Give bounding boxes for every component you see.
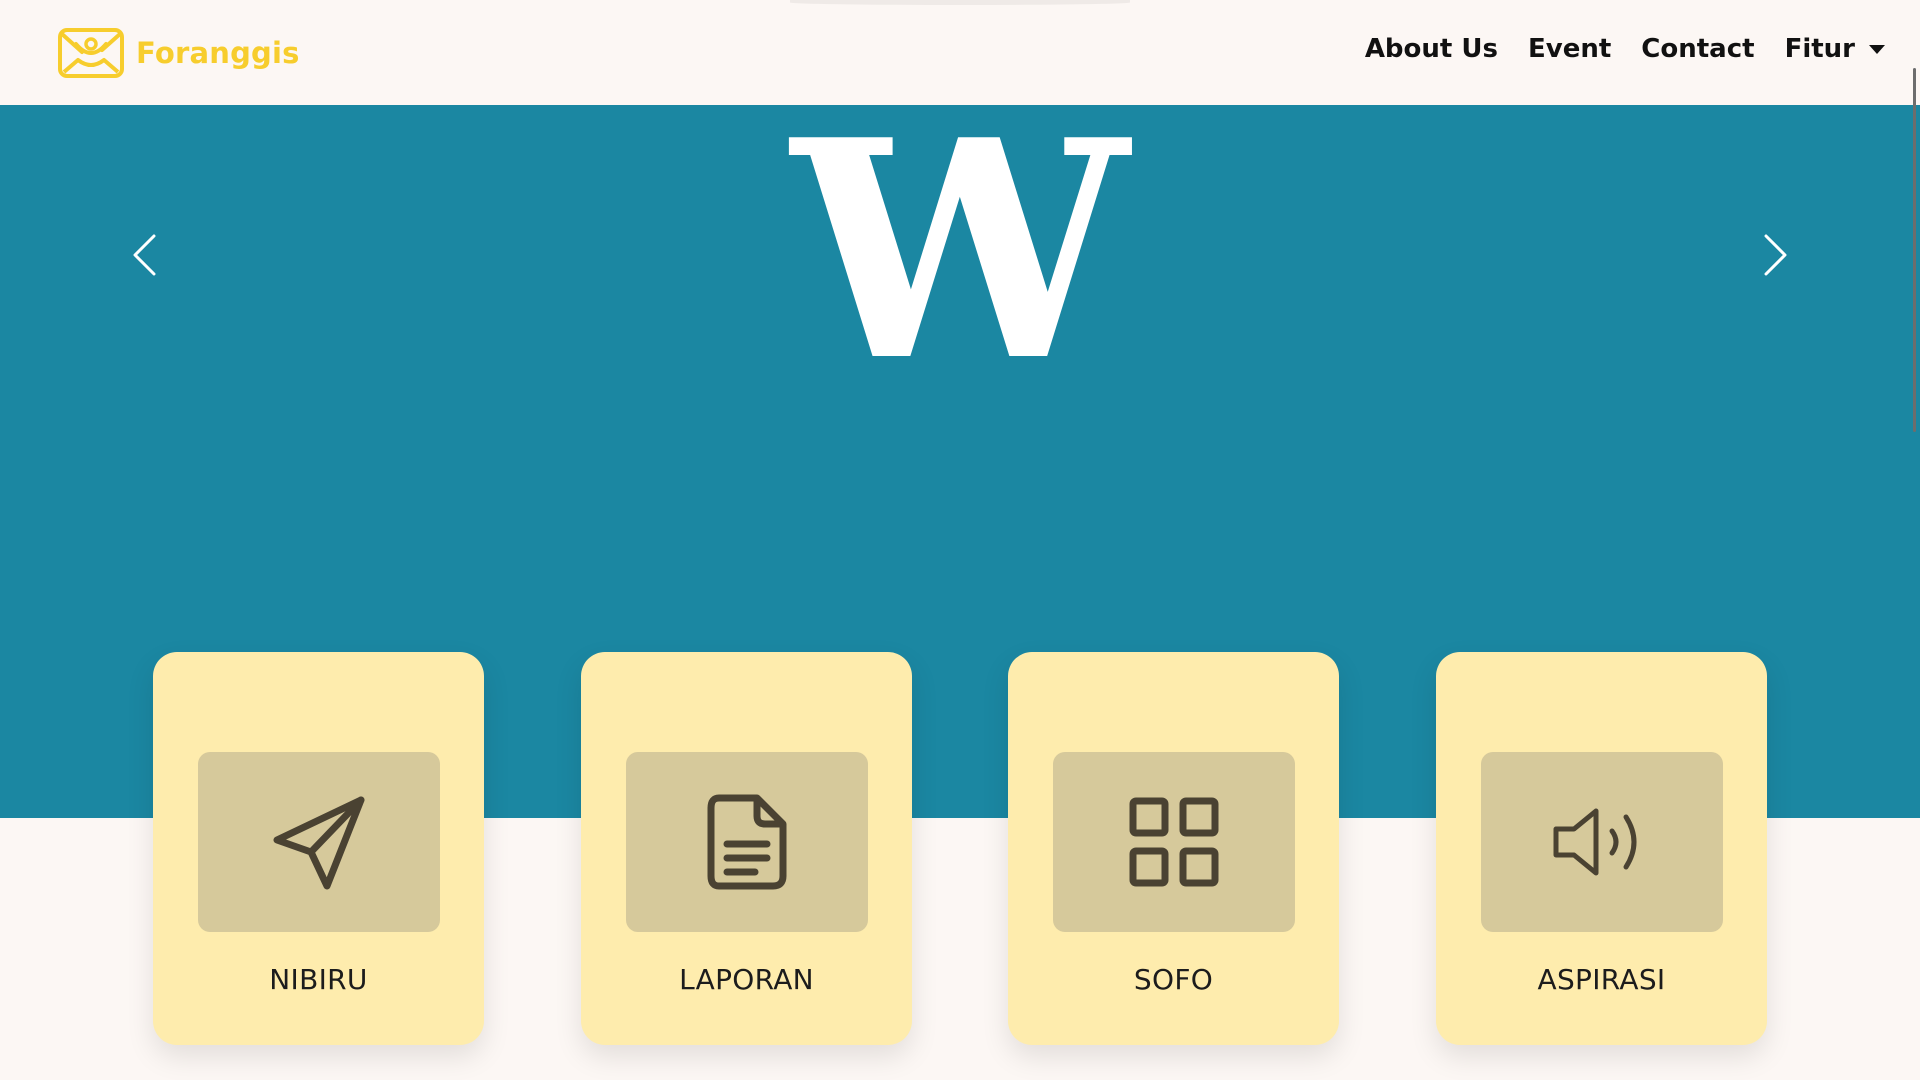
- feature-label-sofo: SOFO: [1133, 963, 1214, 996]
- send-icon: [273, 796, 365, 890]
- speaker-icon: [1553, 808, 1637, 876]
- scrollbar-thumb[interactable]: [1913, 68, 1916, 432]
- nav-fitur-label: Fitur: [1784, 34, 1855, 64]
- feature-icon-box: [1481, 752, 1723, 932]
- feature-icon-box: [626, 752, 868, 932]
- caret-down-icon: [1869, 44, 1885, 54]
- nav-about-us-link[interactable]: About Us: [1365, 34, 1498, 64]
- feature-card-laporan[interactable]: LAPORAN: [581, 652, 912, 1045]
- nav-contact-link[interactable]: Contact: [1641, 34, 1754, 64]
- grid-icon: [1129, 797, 1219, 887]
- feature-card-nibiru[interactable]: NIBIRU: [153, 652, 484, 1045]
- feature-card-aspirasi[interactable]: ASPIRASI: [1436, 652, 1767, 1045]
- carousel-prev-button[interactable]: [119, 220, 169, 290]
- carousel-next-button[interactable]: [1751, 220, 1801, 290]
- nav-fitur-dropdown[interactable]: Fitur: [1785, 34, 1885, 64]
- feature-card-sofo[interactable]: SOFO: [1008, 652, 1339, 1045]
- feature-label-nibiru: NIBIRU: [269, 963, 368, 996]
- document-icon: [707, 794, 787, 890]
- envelope-logo-icon: [58, 28, 124, 78]
- nav-links: About Us Event Contact Fitur: [1335, 34, 1885, 64]
- feature-icon-box: [198, 752, 440, 932]
- top-shadow-decoration: [790, 0, 1130, 5]
- chevron-right-icon: [1764, 234, 1787, 276]
- nav-event-link[interactable]: Event: [1528, 34, 1611, 64]
- chevron-left-icon: [133, 234, 156, 276]
- carousel-slide-text: W: [791, 105, 1129, 427]
- feature-icon-box: [1053, 752, 1295, 932]
- brand-name: Foranggis: [136, 36, 300, 70]
- brand-link[interactable]: Foranggis: [58, 28, 300, 78]
- navbar: Foranggis About Us Event Contact Fitur: [0, 0, 1920, 105]
- feature-label-laporan: LAPORAN: [679, 963, 814, 996]
- feature-label-aspirasi: ASPIRASI: [1537, 963, 1666, 996]
